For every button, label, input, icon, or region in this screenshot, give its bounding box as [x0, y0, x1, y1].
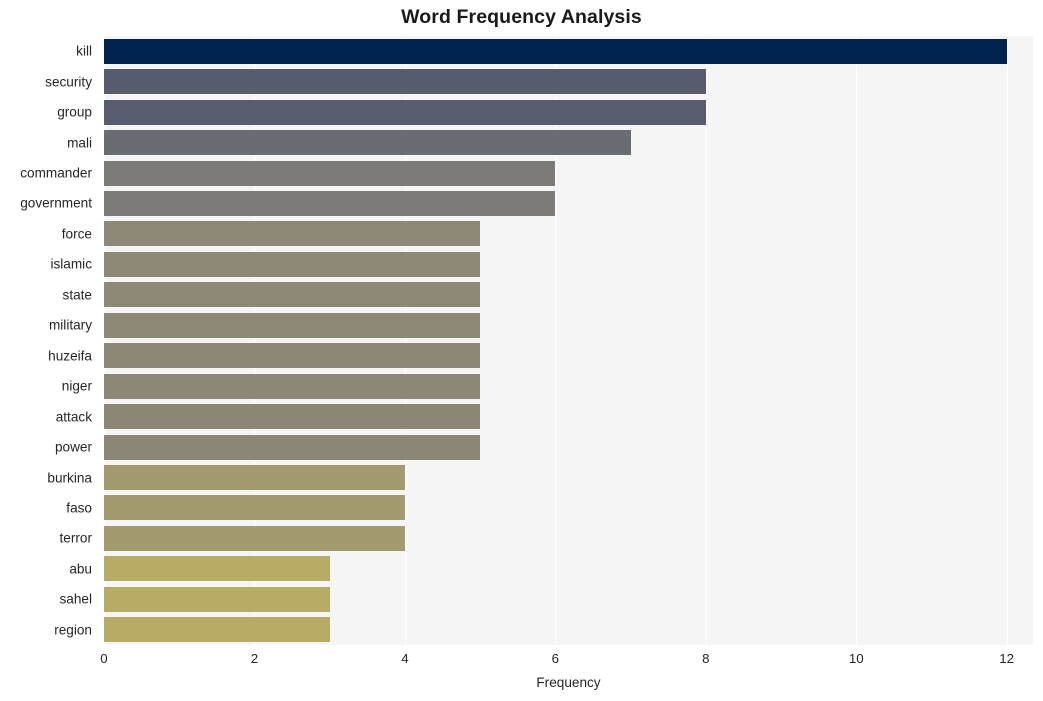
y-axis-label-faso: faso	[66, 500, 92, 516]
bar-row	[104, 190, 1033, 216]
bar-row	[104, 343, 1033, 369]
bar-row	[104, 495, 1033, 521]
chart-title: Word Frequency Analysis	[401, 6, 642, 28]
bars-container	[104, 36, 1033, 645]
x-tick-12: 12	[999, 651, 1015, 666]
x-tick-2: 2	[250, 651, 259, 666]
bar-state[interactable]	[104, 282, 481, 308]
bar-attack[interactable]	[104, 404, 481, 430]
y-axis-label-commander: commander	[20, 165, 92, 181]
bar-row	[104, 69, 1033, 95]
bar-terror[interactable]	[104, 525, 405, 551]
x-tick-8: 8	[702, 651, 710, 666]
bar-security[interactable]	[104, 69, 706, 95]
x-tick-6: 6	[551, 651, 560, 666]
x-tick-4: 4	[401, 651, 409, 666]
bar-row	[104, 99, 1033, 125]
bar-mali[interactable]	[104, 130, 631, 156]
bar-faso[interactable]	[104, 495, 405, 521]
bar-row	[104, 373, 1033, 399]
bar-niger[interactable]	[104, 373, 481, 399]
bar-sahel[interactable]	[104, 586, 330, 612]
bar-row	[104, 282, 1033, 308]
bar-kill[interactable]	[104, 38, 1007, 64]
y-axis-label-kill: kill	[76, 43, 92, 59]
bar-group[interactable]	[104, 99, 706, 125]
bar-force[interactable]	[104, 221, 481, 247]
bar-military[interactable]	[104, 312, 481, 338]
y-axis-label-burkina: burkina	[47, 470, 92, 486]
y-axis-label-huzeifa: huzeifa	[48, 348, 92, 364]
y-axis-label-terror: terror	[59, 530, 92, 546]
bar-row	[104, 38, 1033, 64]
y-axis-label-abu: abu	[69, 561, 92, 577]
bar-row	[104, 312, 1033, 338]
y-axis-label-attack: attack	[55, 409, 92, 425]
y-axis-label-power: power	[54, 439, 92, 455]
bar-region[interactable]	[104, 617, 330, 643]
y-axis-label-group: group	[57, 104, 92, 120]
bar-row	[104, 586, 1033, 612]
bar-row	[104, 251, 1033, 277]
bar-government[interactable]	[104, 190, 556, 216]
bar-huzeifa[interactable]	[104, 343, 481, 369]
y-axis-label-mali: mali	[67, 135, 92, 151]
bar-power[interactable]	[104, 434, 481, 460]
bar-islamic[interactable]	[104, 251, 481, 277]
y-axis-label-region: region	[54, 622, 92, 638]
x-axis-label: Frequency	[536, 675, 601, 690]
bar-row	[104, 221, 1033, 247]
y-axis-label-islamic: islamic	[50, 256, 92, 272]
y-axis-label-security: security	[45, 74, 92, 90]
x-tick-0: 0	[100, 651, 108, 666]
bar-row	[104, 434, 1033, 460]
plot-area	[104, 36, 1033, 645]
bar-row	[104, 617, 1033, 643]
bar-burkina[interactable]	[104, 465, 405, 490]
y-axis-label-niger: niger	[61, 378, 92, 394]
bar-row	[104, 556, 1033, 582]
y-axis-label-state: state	[62, 287, 92, 303]
y-axis-label-sahel: sahel	[59, 591, 93, 607]
bar-row	[104, 465, 1033, 490]
y-axis-label-government: government	[20, 195, 92, 211]
word-frequency-chart-figure: Word Frequency Analysis kill security grou…	[0, 0, 1043, 701]
bar-row	[104, 160, 1033, 186]
bar-abu[interactable]	[104, 556, 330, 582]
y-axis-label-force: force	[61, 226, 92, 242]
bar-row	[104, 130, 1033, 156]
bar-commander[interactable]	[104, 160, 556, 186]
bar-row	[104, 404, 1033, 430]
y-axis-label-military: military	[48, 317, 92, 333]
bar-row	[104, 525, 1033, 551]
x-tick-10: 10	[848, 651, 864, 666]
